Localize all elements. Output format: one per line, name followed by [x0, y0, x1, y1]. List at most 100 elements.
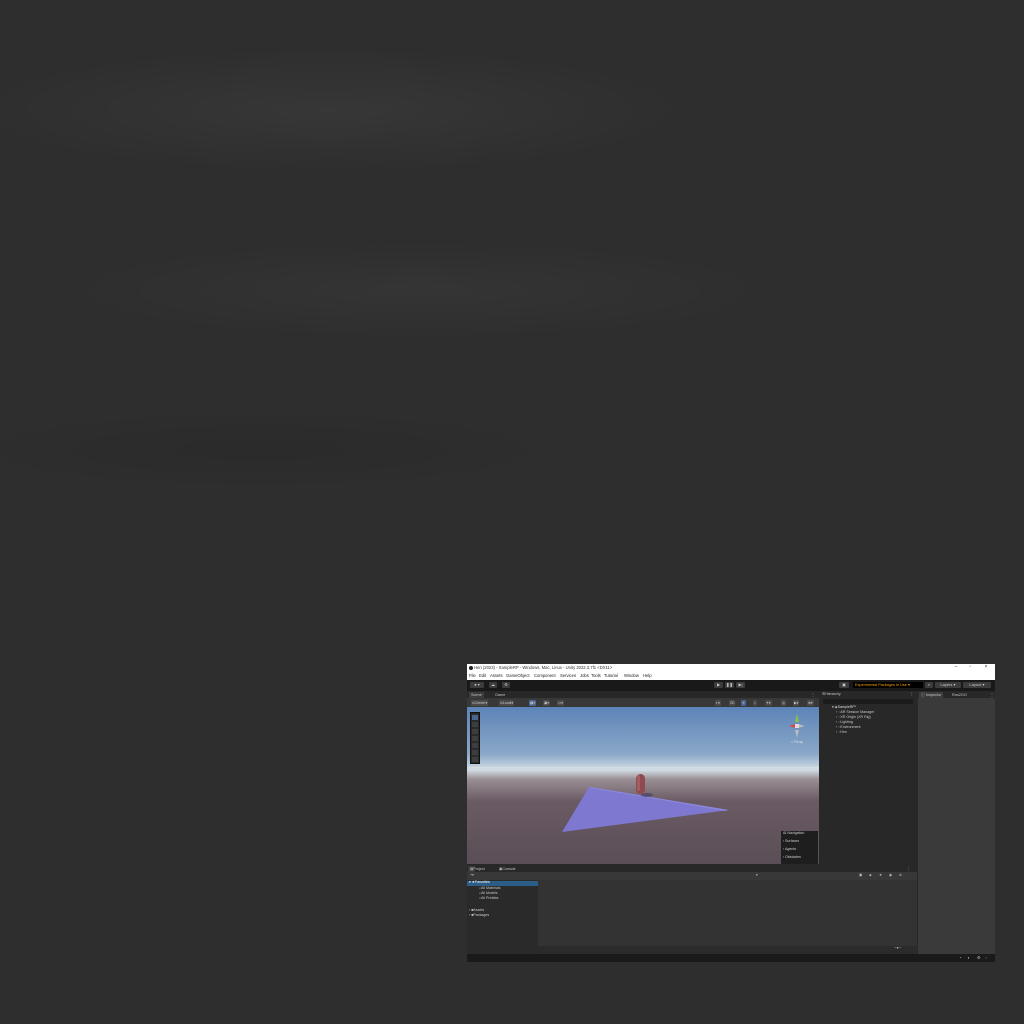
menu-tools[interactable]: Tools	[591, 673, 601, 678]
project-search-row: +▾ ▾ ▣ ◈ ★ ◉ ⊘	[467, 872, 917, 880]
capsule-highlight	[637, 775, 640, 791]
scene-viewport[interactable]: < Persp AI Navigation › Surfaces › Agent…	[467, 707, 819, 864]
mode-2d-toggle[interactable]: 2D	[729, 699, 736, 706]
packages-label: Packages	[473, 913, 490, 917]
menu-jobs[interactable]: Jobs	[580, 673, 589, 678]
shading-mode-icon[interactable]: ◐▾	[715, 699, 721, 706]
favorites-label: Favorites	[475, 880, 490, 884]
search-icon[interactable]: ⌕	[925, 682, 933, 688]
hierarchy-header: ☰ Hierarchy ⋮	[820, 691, 917, 698]
maximize-icon[interactable]: ▫	[965, 665, 975, 671]
layout-label: Layout	[969, 682, 982, 687]
tab-ros2go[interactable]: Ros2GO	[950, 692, 969, 698]
custom-tool-icon[interactable]	[472, 757, 478, 762]
layers-label: Layers	[940, 682, 953, 687]
add-asset-button[interactable]: +▾	[470, 873, 474, 878]
transform-tool-icon[interactable]	[472, 750, 478, 755]
package-icon[interactable]: ▣	[839, 682, 849, 688]
persp-label[interactable]: < Persp	[791, 740, 803, 745]
overlay-item-agents[interactable]: › Agents	[783, 847, 796, 852]
scene-tools-palette	[470, 712, 480, 764]
hidden-objects-icon[interactable]: ◎	[781, 699, 787, 706]
menu-gameobject[interactable]: GameObject	[506, 673, 530, 678]
menu-bar: File Edit Assets GameObject Component Se…	[467, 672, 995, 680]
rect-tool-icon[interactable]	[472, 743, 478, 748]
tab-hierarchy[interactable]: ☰ Hierarchy	[822, 692, 841, 697]
favorite-item-label: All Prefabs	[481, 896, 499, 900]
cloud-icon[interactable]: ☁	[489, 682, 497, 688]
scene-tab-strip: Scene Game ⋮	[467, 691, 819, 698]
inspector-panel: ⓘ Inspector Ros2GO ⋮	[918, 691, 995, 962]
scene-toolbar: ⊙Center▾ ⊙Local▾ ▦▾ ▣▾ ▭▾ ◐▾ 2D ☀ ♪ ✦▾ ◎…	[467, 698, 819, 707]
rotate-tool-icon[interactable]	[472, 729, 478, 734]
inspector-tab-label: Inspector	[925, 693, 942, 697]
project-content-area[interactable]	[538, 880, 917, 946]
title-bar[interactable]: Hen (2023) - SampleRP - Windows, Mac, Li…	[467, 664, 995, 672]
hand-tool-icon[interactable]	[472, 715, 478, 720]
hidden-packages-icon[interactable]: ◉	[889, 873, 892, 878]
camera-settings-icon[interactable]: ▶▾	[793, 699, 800, 706]
overlay-item-obstacles[interactable]: › Obstacles	[783, 855, 801, 860]
gizmos-toggle-icon[interactable]: ⊕▾	[807, 699, 814, 706]
menu-help[interactable]: Help	[643, 673, 652, 678]
move-tool-icon[interactable]	[472, 722, 478, 727]
grid-snap-icon[interactable]: ▦▾	[529, 699, 537, 706]
collab-icon[interactable]: ⚙	[502, 682, 510, 688]
overlay-item-label: Obstacles	[785, 855, 801, 859]
search-dropdown-icon[interactable]: ▾	[756, 873, 758, 878]
project-tab-strip: ▤ Project ▣ Console ⋮	[467, 865, 917, 872]
overlay-item-label: Agents	[785, 847, 797, 851]
main-toolbar: ● ▾ ☁ ⚙ ▶ ❚❚ ▶| ▣ Experimental Packages …	[467, 680, 995, 691]
lock-icon[interactable]: ⋮	[988, 692, 995, 698]
overlay-header: AI Navigation	[783, 831, 805, 835]
local-toggle[interactable]: ⊙Local▾	[499, 699, 515, 706]
account-button[interactable]: ● ▾	[470, 682, 484, 688]
lighting-toggle-icon[interactable]: ☀	[741, 699, 747, 706]
menu-services[interactable]: Services	[560, 673, 576, 678]
local-label: Local	[502, 700, 512, 705]
center-toggle[interactable]: ⊙Center▾	[471, 699, 489, 706]
hierarchy-panel: ☰ Hierarchy ⋮ ▾ ◈ SampleRP* › ◌ AR Sessi…	[820, 691, 917, 864]
menu-component[interactable]: Component	[534, 673, 556, 678]
favorite-item[interactable]: ⌕ All Prefabs	[479, 896, 498, 901]
experimental-packages-badge[interactable]: Experimental Packages In Use ▾	[853, 682, 923, 688]
overlay-item-surfaces[interactable]: › Surfaces	[783, 839, 799, 844]
collab-status-icon[interactable]: ◑	[967, 955, 969, 960]
inspector-tab-strip: ⓘ Inspector Ros2GO ⋮	[918, 691, 995, 698]
debug-mode-icon[interactable]: ⚙	[977, 955, 981, 960]
hierarchy-item-label: Hen	[840, 730, 847, 734]
effects-toggle-icon[interactable]: ✦▾	[765, 699, 772, 706]
hierarchy-item[interactable]: › ◌ Hen	[836, 730, 847, 735]
unity-editor-window[interactable]: Hen (2023) - SampleRP - Windows, Mac, Li…	[467, 664, 995, 962]
favorite-star-icon[interactable]: ★	[879, 873, 882, 878]
menu-file[interactable]: File	[469, 673, 476, 678]
snap-increment-icon[interactable]: ▣▾	[543, 699, 551, 706]
filter-type-icon[interactable]: ▣	[859, 873, 862, 878]
step-icon[interactable]: ▶|	[736, 682, 745, 688]
play-icon[interactable]: ▶	[714, 682, 723, 688]
favorites-folder[interactable]: ▾ ★ Favorites	[469, 880, 490, 885]
render-mode-icon[interactable]: ▭▾	[557, 699, 565, 706]
ai-navigation-overlay[interactable]: AI Navigation › Surfaces › Agents › Obst…	[781, 831, 818, 864]
packages-folder[interactable]: › ■ Packages	[469, 913, 489, 918]
notification-icon[interactable]: ◌	[985, 955, 987, 960]
close-icon[interactable]: ×	[981, 665, 991, 671]
minimize-icon[interactable]: –	[951, 665, 961, 671]
audio-toggle-icon[interactable]: ♪	[753, 699, 757, 706]
hierarchy-search-input[interactable]	[823, 699, 913, 704]
filter-label-icon[interactable]: ◈	[869, 873, 872, 878]
menu-tutorial[interactable]: Tutorial	[604, 673, 618, 678]
layers-dropdown[interactable]: Layers ▾	[935, 682, 961, 688]
progress-icon[interactable]: ◔	[959, 955, 961, 960]
zoom-slider[interactable]: ─●─	[894, 946, 901, 951]
pause-icon[interactable]: ❚❚	[725, 682, 734, 688]
scene-geometry	[562, 774, 729, 832]
layout-dropdown[interactable]: Layout ▾	[963, 682, 991, 688]
menu-window[interactable]: Window	[624, 673, 639, 678]
menu-assets[interactable]: Assets	[490, 673, 503, 678]
scale-tool-icon[interactable]	[472, 736, 478, 741]
tab-inspector[interactable]: ⓘ Inspector	[919, 692, 944, 698]
kebab-menu-icon[interactable]: ⋮	[910, 692, 914, 697]
visibility-icon[interactable]: ⊘	[899, 873, 902, 878]
menu-edit[interactable]: Edit	[479, 673, 486, 678]
